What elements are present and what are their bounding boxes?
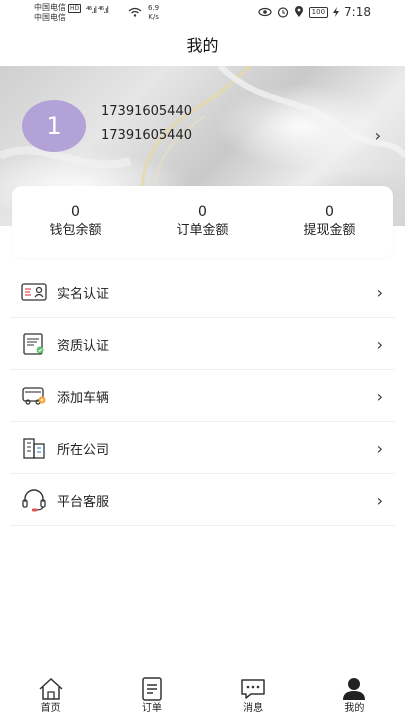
home-icon: [39, 677, 63, 700]
status-right: 100 7:18: [258, 5, 371, 19]
network-speed: 6.9 K/s: [148, 4, 159, 22]
vehicle-icon: [22, 387, 46, 405]
status-bar: 中国电信 HD 中国电信 ⁴⁶.ıl ⁴⁶.ıl 6.9 K/s 100 7:18: [0, 0, 405, 26]
tab-home[interactable]: 首页: [21, 672, 81, 720]
stats-card: 0 钱包余额 0 订单金额 0 提现金额: [12, 186, 393, 258]
alarm-icon: [277, 7, 288, 18]
carrier-2: 中国电信: [34, 13, 66, 22]
chevron-right-icon: ›: [376, 491, 383, 510]
tab-orders[interactable]: 订单: [122, 672, 182, 720]
building-icon: [23, 438, 45, 459]
battery-level: 100: [308, 6, 329, 18]
stat-wallet-balance[interactable]: 0 钱包余额: [21, 203, 131, 241]
nav-label: 订单: [141, 703, 162, 714]
phone-primary: 17391605440: [101, 104, 192, 119]
certificate-icon: [23, 333, 44, 355]
title-bar: 我的: [0, 26, 405, 66]
message-icon: [241, 679, 265, 699]
speed-value: 6.9: [148, 4, 160, 12]
menu-label: 所在公司: [57, 443, 110, 458]
tab-messages[interactable]: 消息: [223, 672, 283, 720]
speed-unit: K/s: [148, 13, 159, 21]
headset-icon: [22, 489, 46, 512]
menu-list: 实名认证 › 资质认证 › 添加车辆 › 所在公司 › 平台客服 ›: [10, 266, 395, 526]
stat-value: 0: [71, 204, 80, 220]
menu-item-add-vehicle[interactable]: 添加车辆 ›: [10, 370, 395, 422]
menu-label: 实名认证: [57, 287, 110, 302]
profile-icon: [343, 678, 366, 700]
carrier-info: 中国电信 HD 中国电信: [34, 3, 82, 23]
menu-item-customer-service[interactable]: 平台客服 ›: [10, 474, 395, 526]
avatar[interactable]: 1: [22, 100, 86, 152]
stat-label: 订单金额: [176, 223, 229, 238]
hd-badge: HD: [68, 4, 82, 13]
menu-label: 资质认证: [57, 339, 110, 354]
stat-label: 提现金额: [303, 223, 356, 238]
menu-item-qualification-auth[interactable]: 资质认证 ›: [10, 318, 395, 370]
charging-icon: [333, 7, 340, 17]
menu-item-company[interactable]: 所在公司 ›: [10, 422, 395, 474]
signal-icon: ⁴⁶.ıl ⁴⁶.ıl: [86, 6, 109, 16]
chevron-right-icon: ›: [376, 439, 383, 458]
stat-withdraw-amount[interactable]: 0 提现金额: [275, 203, 385, 241]
location-icon: [294, 6, 303, 17]
order-icon: [142, 677, 162, 701]
stat-value: 0: [325, 204, 334, 220]
stat-order-amount[interactable]: 0 订单金额: [148, 203, 258, 241]
page-title: 我的: [186, 36, 219, 55]
id-card-icon: [21, 283, 47, 301]
nav-label: 我的: [344, 703, 365, 714]
menu-label: 平台客服: [57, 495, 110, 510]
chevron-right-icon: ›: [376, 387, 383, 406]
stat-value: 0: [198, 204, 207, 220]
menu-label: 添加车辆: [57, 391, 110, 406]
eye-icon: [258, 7, 272, 17]
clock-time: 7:18: [344, 5, 371, 19]
tab-mine[interactable]: 我的: [324, 672, 384, 720]
carrier-1: 中国电信: [34, 3, 66, 12]
chevron-right-icon: ›: [376, 335, 383, 354]
nav-label: 消息: [243, 703, 264, 714]
stat-label: 钱包余额: [49, 223, 102, 238]
bottom-nav: 首页 订单 消息 我的: [0, 672, 405, 720]
wifi-icon: [128, 7, 142, 17]
menu-item-real-name-auth[interactable]: 实名认证 ›: [10, 266, 395, 318]
chevron-right-icon[interactable]: ›: [375, 126, 381, 145]
chevron-right-icon: ›: [376, 283, 383, 302]
phone-secondary: 17391605440: [101, 128, 192, 143]
nav-label: 首页: [40, 703, 61, 714]
